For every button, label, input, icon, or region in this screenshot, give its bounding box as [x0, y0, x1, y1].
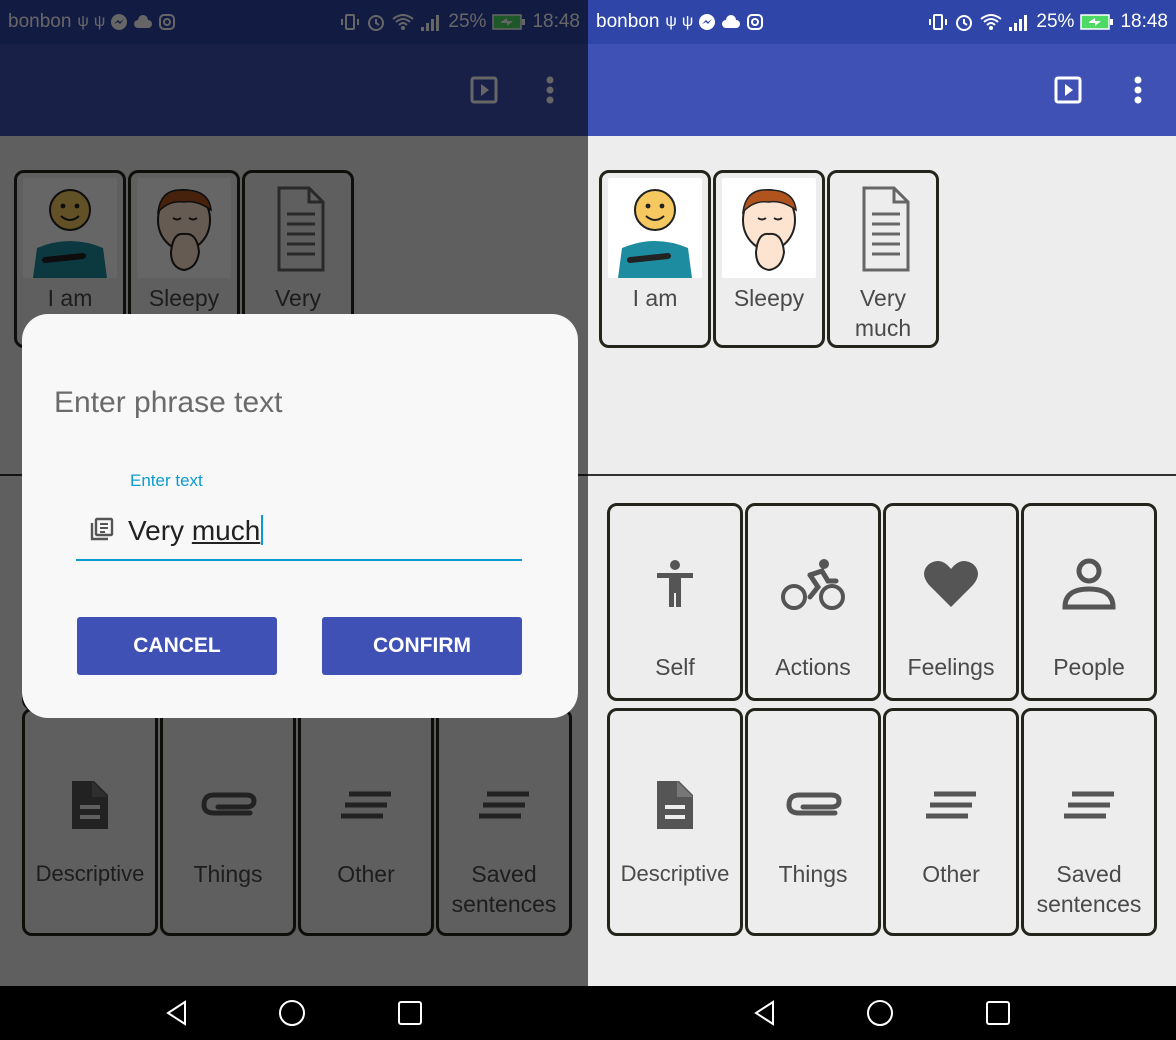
- clock: 18:48: [1120, 11, 1168, 32]
- navigation-bar: [0, 986, 588, 1040]
- category-tile-other[interactable]: Other: [883, 708, 1019, 936]
- library-books-icon: [90, 517, 114, 546]
- more-options-button[interactable]: [1120, 72, 1156, 108]
- category-tile-descriptive[interactable]: Descriptive: [607, 708, 743, 936]
- instagram-icon: [746, 13, 764, 31]
- phrase-text-input[interactable]: Very much: [76, 509, 522, 561]
- phrase-tile[interactable]: Very much: [827, 170, 939, 348]
- navigation-bar: [588, 986, 1176, 1040]
- phrase-tile[interactable]: I am: [599, 170, 711, 348]
- usb-icon: ψ: [681, 13, 694, 30]
- app-bar: [588, 44, 1176, 136]
- file-icon: [610, 775, 740, 835]
- boy-pointing-self-picture: [608, 178, 702, 278]
- play-button[interactable]: [1050, 72, 1086, 108]
- text-cursor: [261, 515, 264, 545]
- category-label: Saved sentences: [1036, 861, 1142, 917]
- back-icon[interactable]: [753, 1000, 775, 1026]
- phrase-tile[interactable]: Sleepy: [713, 170, 825, 348]
- status-bar: bonbon ψ ψ: [588, 0, 1176, 44]
- phrase-tile-label: Very much: [854, 285, 912, 341]
- recents-icon[interactable]: [985, 1000, 1011, 1026]
- category-tile-feelings[interactable]: Feelings: [883, 503, 1019, 701]
- category-label: Other: [922, 861, 980, 887]
- paperclip-icon: [748, 775, 878, 835]
- play-icon: [1054, 76, 1082, 104]
- recents-icon[interactable]: [397, 1000, 423, 1026]
- cloud-icon: [721, 15, 741, 29]
- enter-phrase-dialog: Enter phrase text Enter text Very much C…: [22, 314, 578, 718]
- alarm-icon: [954, 12, 974, 32]
- category-label: Things: [778, 861, 848, 887]
- home-icon[interactable]: [866, 999, 894, 1027]
- home-icon[interactable]: [278, 999, 306, 1027]
- field-value-text: Very: [128, 515, 192, 546]
- field-value: Very much: [128, 515, 264, 547]
- heart-icon: [886, 554, 1016, 614]
- phrase-tile-label: I am: [632, 285, 678, 311]
- wifi-icon: [980, 13, 1003, 31]
- confirm-button[interactable]: CONFIRM: [322, 617, 522, 675]
- category-label: Actions: [775, 654, 851, 680]
- left-screen: bonbon ψ ψ: [0, 0, 588, 1040]
- usb-icon: ψ: [665, 13, 677, 30]
- bike-icon: [748, 554, 878, 614]
- category-label: People: [1053, 654, 1125, 680]
- battery-charging-icon: [1080, 13, 1114, 31]
- back-icon[interactable]: [165, 1000, 187, 1026]
- category-tile-things[interactable]: Things: [745, 708, 881, 936]
- battery-percentage: 25%: [1036, 11, 1075, 32]
- document-icon: [836, 178, 930, 278]
- category-tile-self[interactable]: Self: [607, 503, 743, 701]
- category-label: Self: [655, 654, 695, 680]
- boy-yawning-picture: [722, 178, 816, 278]
- cancel-button[interactable]: CANCEL: [77, 617, 277, 675]
- category-tile-saved-sentences[interactable]: Saved sentences: [1021, 708, 1157, 936]
- phrase-tile-label: Sleepy: [733, 285, 805, 311]
- short-text-icon: [886, 775, 1016, 835]
- category-tile-actions[interactable]: Actions: [745, 503, 881, 701]
- field-value-composing: much: [191, 515, 261, 546]
- field-label: Enter text: [130, 471, 203, 490]
- person-outline-icon: [1024, 554, 1154, 614]
- messenger-icon: [698, 13, 716, 31]
- short-text-icon: [1024, 775, 1154, 835]
- category-label: Descriptive: [620, 861, 730, 886]
- more-vert-icon: [1134, 76, 1142, 104]
- person-icon: [610, 554, 740, 614]
- right-screen: bonbon ψ ψ 25% 18:48 I am Sleepy Very mu…: [588, 0, 1176, 1040]
- signal-icon: [1008, 13, 1030, 31]
- category-tile-people[interactable]: People: [1021, 503, 1157, 701]
- vibrate-icon: [928, 13, 948, 31]
- carrier-name: bonbon: [596, 11, 660, 32]
- dialog-title: Enter phrase text: [54, 386, 283, 419]
- category-label: Feelings: [907, 654, 995, 680]
